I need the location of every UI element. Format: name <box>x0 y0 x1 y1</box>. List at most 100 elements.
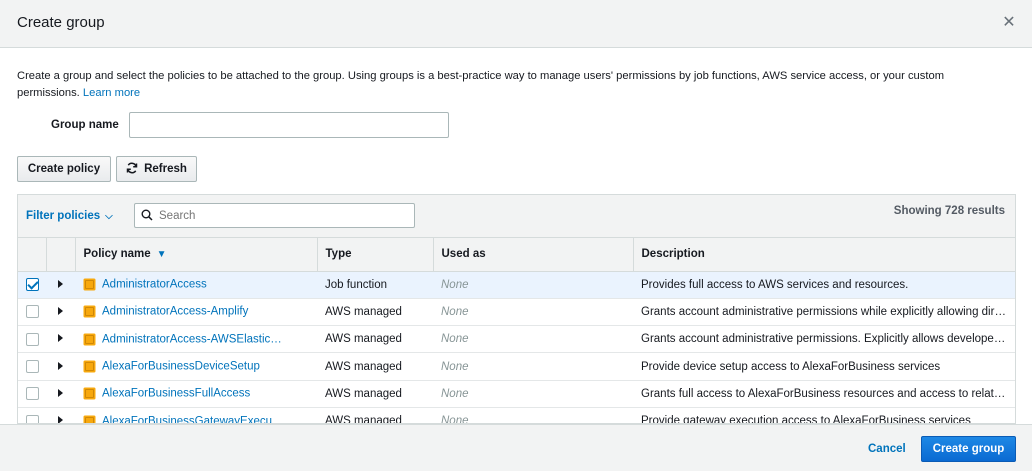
cancel-button[interactable]: Cancel <box>868 443 906 455</box>
sort-descending-icon: ▼ <box>156 249 167 261</box>
policies-table: Policy name ▼ Type Used as Description Ad… <box>18 238 1015 423</box>
caret-right-icon[interactable] <box>58 279 63 288</box>
description-cell: Grants account administrative permission… <box>633 325 1015 354</box>
row-expand-cell <box>46 407 75 423</box>
search-icon <box>141 209 153 221</box>
row-checkbox[interactable] <box>25 278 39 292</box>
group-name-label: Group name <box>51 119 119 131</box>
used-as-cell: None <box>433 380 633 408</box>
refresh-button[interactable]: Refresh <box>116 156 197 182</box>
modal-title: Create group <box>17 14 105 31</box>
search-input[interactable] <box>157 206 411 225</box>
used-as-cell: None <box>433 271 633 299</box>
row-checkbox[interactable] <box>25 414 39 423</box>
caret-right-icon[interactable] <box>58 334 63 343</box>
policy-name-link[interactable]: AlexaForBusinessDeviceSetup <box>102 361 260 373</box>
search-box[interactable] <box>134 203 415 228</box>
header-used-as[interactable]: Used as <box>433 238 634 272</box>
row-select-cell <box>18 325 46 354</box>
row-expand-cell <box>46 352 75 381</box>
row-expand-cell <box>46 325 75 354</box>
policy-name-cell: AdministratorAccess <box>75 271 317 299</box>
policy-icon <box>83 387 96 400</box>
policy-name-cell: AlexaForBusinessGatewayExecu… <box>75 407 317 423</box>
policy-name-link[interactable]: AdministratorAccess-Amplify <box>102 306 248 318</box>
row-select-cell <box>18 380 46 408</box>
caret-right-icon[interactable] <box>58 416 63 423</box>
type-cell: AWS managed <box>317 407 433 423</box>
policy-name-link[interactable]: AlexaForBusinessGatewayExecu… <box>102 415 284 423</box>
group-name-input[interactable] <box>129 112 449 138</box>
header-expand <box>46 238 76 272</box>
caret-right-icon[interactable] <box>58 388 63 397</box>
header-policy-name-label: Policy name <box>83 248 151 261</box>
used-as-cell: None <box>433 325 633 354</box>
header-policy-name[interactable]: Policy name ▼ <box>75 238 318 272</box>
intro-text: Create a group and select the policies t… <box>17 68 1007 102</box>
type-cell: AWS managed <box>317 380 433 408</box>
policy-name-cell: AdministratorAccess-AWSElastic… <box>75 325 317 354</box>
type-cell: AWS managed <box>317 298 433 327</box>
header-select <box>18 238 47 272</box>
type-cell: Job function <box>317 271 433 299</box>
description-cell: Grants full access to AlexaForBusiness r… <box>633 380 1015 408</box>
policy-icon <box>83 278 96 291</box>
create-policy-label: Create policy <box>27 163 101 175</box>
row-select-cell <box>18 298 46 327</box>
caret-right-icon[interactable] <box>58 306 63 315</box>
policy-name-link[interactable]: AlexaForBusinessFullAccess <box>102 388 250 400</box>
row-checkbox[interactable] <box>25 360 39 374</box>
row-checkbox[interactable] <box>25 387 39 401</box>
refresh-label: Refresh <box>144 163 187 175</box>
intro-description: Create a group and select the policies t… <box>17 70 945 99</box>
row-select-cell <box>18 271 46 299</box>
policy-name-cell: AlexaForBusinessFullAccess <box>75 380 317 408</box>
row-select-cell <box>18 352 46 381</box>
table-row[interactable]: AdministratorAccess Job function None Pr… <box>18 271 1015 299</box>
table-row[interactable]: AlexaForBusinessGatewayExecu… AWS manage… <box>18 407 1015 423</box>
modal-footer: Cancel Create group <box>0 424 1032 471</box>
caret-right-icon[interactable] <box>58 361 63 370</box>
chevron-down-icon: ⌵ <box>105 211 113 222</box>
modal-header: Create group ✕ <box>0 0 1032 48</box>
type-cell: AWS managed <box>317 352 433 381</box>
refresh-icon <box>126 162 138 176</box>
used-as-cell: None <box>433 407 633 423</box>
row-expand-cell <box>46 298 75 327</box>
policy-icon <box>83 415 96 423</box>
type-cell: AWS managed <box>317 325 433 354</box>
table-row[interactable]: AlexaForBusinessFullAccess AWS managed N… <box>18 380 1015 408</box>
description-cell: Grants account administrative permission… <box>633 298 1015 327</box>
create-group-button[interactable]: Create group <box>921 436 1016 462</box>
table-row[interactable]: AdministratorAccess-Amplify AWS managed … <box>18 298 1015 327</box>
row-checkbox[interactable] <box>25 332 39 346</box>
table-row[interactable]: AlexaForBusinessDeviceSetup AWS managed … <box>18 352 1015 381</box>
table-row[interactable]: AdministratorAccess-AWSElastic… AWS mana… <box>18 325 1015 354</box>
row-select-cell <box>18 407 46 423</box>
header-description[interactable]: Description <box>633 238 1015 272</box>
description-cell: Provide device setup access to AlexaForB… <box>633 352 1015 381</box>
learn-more-link[interactable]: Learn more <box>83 87 140 99</box>
policy-name-cell: AlexaForBusinessDeviceSetup <box>75 352 317 381</box>
used-as-cell: None <box>433 298 633 327</box>
header-type[interactable]: Type <box>317 238 434 272</box>
row-checkbox[interactable] <box>25 305 39 319</box>
used-as-cell: None <box>433 352 633 381</box>
row-expand-cell <box>46 380 75 408</box>
policy-name-link[interactable]: AdministratorAccess <box>102 279 207 291</box>
description-cell: Provide gateway execution access to Alex… <box>633 407 1015 423</box>
result-count: Showing 728 results <box>893 205 1005 217</box>
filter-policies-label: Filter policies <box>26 210 101 222</box>
table-header-row: Policy name ▼ Type Used as Description <box>18 238 1015 272</box>
policy-name-link[interactable]: AdministratorAccess-AWSElastic… <box>102 333 282 345</box>
policy-icon <box>83 333 96 346</box>
policy-icon <box>83 305 96 318</box>
close-icon[interactable]: ✕ <box>1000 14 1018 32</box>
policies-panel: Filter policies ⌵ Showing 728 results Pol… <box>17 194 1016 424</box>
table-toolbar: Filter policies ⌵ Showing 728 results <box>18 195 1015 238</box>
row-expand-cell <box>46 271 75 299</box>
policy-name-cell: AdministratorAccess-Amplify <box>75 298 317 327</box>
filter-policies-dropdown[interactable]: Filter policies ⌵ <box>26 210 113 222</box>
create-policy-button[interactable]: Create policy <box>17 156 111 182</box>
description-cell: Provides full access to AWS services and… <box>633 271 1015 299</box>
